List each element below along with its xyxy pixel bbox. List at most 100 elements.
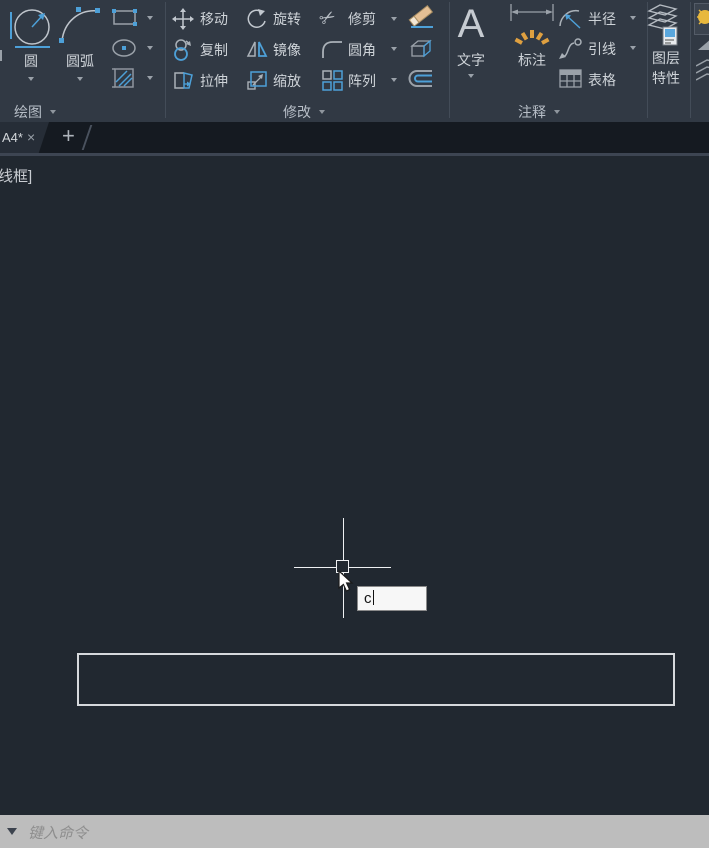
chevron-down-icon (77, 77, 83, 81)
hatch-tool-icon (112, 68, 134, 88)
fillet-label: 圆角 (348, 42, 376, 58)
mirror-label: 镜像 (273, 42, 301, 58)
layer-stack-icon-partial (696, 59, 709, 81)
rotate-icon (247, 9, 266, 28)
panel-separator (690, 2, 691, 118)
fillet-button[interactable]: 圆角 (320, 38, 400, 60)
chevron-down-icon (50, 110, 56, 114)
tab-close-icon[interactable]: × (27, 129, 35, 145)
drawing-canvas[interactable]: 线框] c (0, 156, 709, 815)
draw-panel-label: 绘图 (14, 104, 42, 120)
file-tab-bar: A4* × + (0, 122, 709, 153)
rectangle-tool-button[interactable] (110, 6, 156, 30)
chevron-down-icon (319, 110, 325, 114)
layer-properties-label-1: 图层 (652, 50, 680, 66)
dynamic-input-field[interactable]: c (357, 586, 427, 611)
explode-icon (410, 39, 432, 58)
text-icon: A (457, 2, 485, 46)
tab-a4-label: A4* (2, 130, 23, 145)
mirror-button[interactable]: 镜像 (245, 38, 305, 60)
trim-label: 修剪 (348, 11, 376, 27)
copy-icon (174, 39, 191, 61)
text-caret (372, 590, 374, 605)
table-icon (559, 69, 582, 88)
text-label: 文字 (457, 52, 485, 68)
layer-off-button[interactable] (694, 3, 709, 35)
rotate-label: 旋转 (273, 11, 301, 27)
command-history-icon[interactable] (7, 828, 17, 835)
radius-icon (559, 9, 581, 29)
dynamic-input-value: c (364, 590, 372, 607)
mouse-cursor-icon (338, 570, 354, 592)
trim-button[interactable]: ✂ 修剪 (316, 5, 400, 32)
command-prompt: 键入命令 (28, 825, 89, 842)
rotate-button[interactable]: 旋转 (245, 8, 305, 30)
layer-properties-icon (647, 4, 678, 46)
chevron-down-icon (147, 46, 153, 50)
layer-properties-label-2: 特性 (652, 70, 680, 86)
text-button[interactable]: A 文字 (452, 2, 490, 84)
modify-panel-label: 修改 (283, 104, 311, 120)
dimension-icon (510, 4, 554, 45)
hatch-tool-button[interactable] (110, 66, 156, 90)
table-label: 表格 (588, 72, 616, 88)
panel-separator (449, 2, 450, 118)
chevron-down-icon (391, 17, 397, 21)
copy-button[interactable]: 复制 (172, 38, 232, 61)
scale-button[interactable]: 缩放 (245, 69, 305, 91)
array-button[interactable]: 阵列 (320, 69, 400, 91)
erase-icon (408, 4, 434, 28)
mirror-icon (246, 41, 268, 57)
command-bar[interactable]: 键入命令 (0, 815, 709, 848)
radius-label: 半径 (588, 11, 616, 27)
annotate-panel-label: 注释 (518, 104, 546, 120)
chevron-down-icon (630, 46, 636, 50)
annotate-panel-title[interactable]: 注释 (518, 102, 560, 122)
lightbulb-icon (697, 9, 709, 25)
offset-icon (408, 70, 432, 87)
move-button[interactable]: 移动 (172, 8, 232, 30)
chevron-down-icon (28, 77, 34, 81)
modify-panel-title[interactable]: 修改 (283, 102, 325, 122)
dimension-button[interactable]: 标注 (506, 2, 558, 84)
radius-button[interactable]: 半径 (558, 7, 640, 31)
new-tab-button[interactable]: + (62, 123, 75, 149)
draw-panel-title[interactable]: 绘图 (14, 102, 56, 122)
ellipse-tool-button[interactable] (110, 36, 156, 60)
stretch-button[interactable]: 拉伸 (172, 69, 232, 91)
array-icon (322, 70, 343, 91)
tab-a4[interactable]: A4* (0, 122, 49, 153)
circle-button[interactable]: 圆 (8, 2, 54, 84)
copy-label: 复制 (200, 42, 228, 58)
scale-label: 缩放 (273, 73, 301, 89)
viewport-visual-style-label[interactable]: 线框] (0, 165, 32, 186)
chevron-down-icon (391, 47, 397, 51)
chevron-down-icon (147, 16, 153, 20)
offset-button[interactable] (407, 68, 435, 90)
ribbon: 圆 圆弧 绘图 移动 旋转 ✂ 修剪 复制 镜像 圆角 拉伸 缩放 阵列 修改 … (0, 0, 709, 122)
stretch-icon (174, 72, 193, 89)
panel-separator (165, 2, 166, 118)
layer-icon-partial (698, 40, 709, 50)
trim-icon: ✂ (315, 5, 341, 32)
arc-button[interactable]: 圆弧 (57, 2, 103, 84)
layer-properties-button[interactable]: 图层 特性 (646, 2, 686, 92)
arc-label: 圆弧 (66, 53, 94, 69)
dimension-label: 标注 (518, 52, 546, 68)
rectangle-entity[interactable] (77, 653, 675, 706)
leader-icon (559, 38, 582, 59)
scale-icon (247, 71, 267, 90)
leader-label: 引线 (588, 41, 616, 57)
explode-button[interactable] (407, 36, 435, 62)
erase-button[interactable] (407, 3, 439, 31)
chevron-down-icon (147, 76, 153, 80)
rectangle-tool-icon (112, 9, 137, 26)
array-label: 阵列 (348, 73, 376, 89)
tab-divider (81, 125, 93, 150)
leader-button[interactable]: 引线 (558, 37, 640, 61)
chevron-down-icon (391, 78, 397, 82)
stretch-label: 拉伸 (200, 73, 228, 89)
move-icon (172, 8, 194, 30)
table-button[interactable]: 表格 (558, 68, 640, 92)
cutoff-icon-sliver (0, 50, 2, 61)
